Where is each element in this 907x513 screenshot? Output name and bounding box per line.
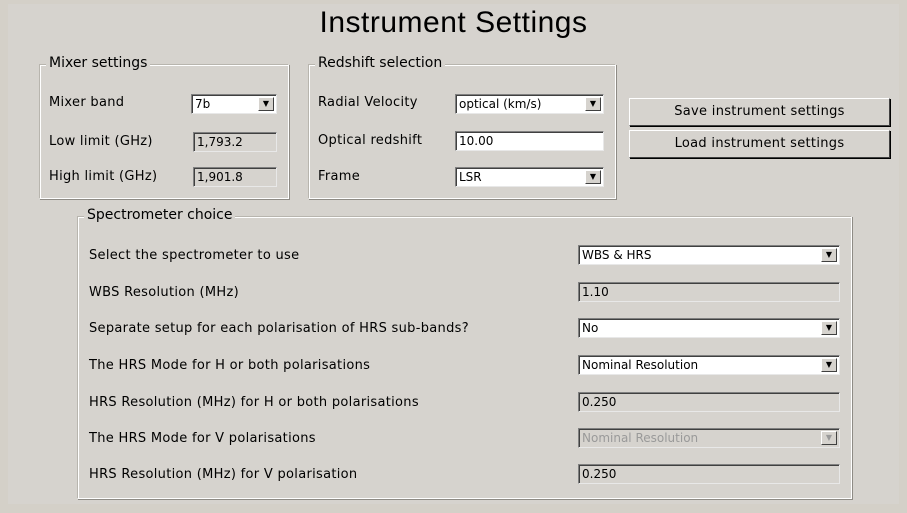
hrs-resolution-h-field: 0.250 — [578, 392, 840, 412]
mixer-band-label: Mixer band — [49, 95, 125, 110]
hrs-resolution-v-label: HRS Resolution (MHz) for V polarisation — [89, 467, 358, 482]
hrs-resolution-h-label: HRS Resolution (MHz) for H or both polar… — [89, 395, 419, 410]
chevron-down-icon[interactable]: ▼ — [821, 248, 837, 262]
frame-value: LSR — [459, 170, 482, 184]
hrs-mode-v-select: Nominal Resolution ▼ — [578, 428, 840, 448]
optical-redshift-input[interactable]: 10.00 — [455, 131, 604, 151]
hrs-mode-h-label: The HRS Mode for H or both polarisations — [89, 358, 371, 373]
frame-select[interactable]: LSR ▼ — [455, 167, 604, 187]
chevron-down-icon[interactable]: ▼ — [585, 170, 601, 184]
mixer-band-value: 7b — [195, 97, 211, 111]
separate-setup-value: No — [582, 321, 599, 335]
separate-setup-select[interactable]: No ▼ — [578, 318, 840, 338]
spectrometer-select[interactable]: WBS & HRS ▼ — [578, 245, 840, 265]
radial-velocity-value: optical (km/s) — [459, 97, 542, 111]
optical-redshift-label: Optical redshift — [318, 133, 423, 148]
hrs-mode-v-value: Nominal Resolution — [582, 431, 699, 445]
wbs-resolution-label: WBS Resolution (MHz) — [89, 285, 239, 300]
high-limit-label: High limit (GHz) — [49, 169, 158, 184]
separate-setup-label: Separate setup for each polarisation of … — [89, 321, 469, 336]
hrs-resolution-v-field: 0.250 — [578, 464, 840, 484]
chevron-down-icon[interactable]: ▼ — [585, 97, 601, 111]
wbs-resolution-field: 1.10 — [578, 282, 840, 302]
low-limit-field: 1,793.2 — [193, 132, 277, 152]
chevron-down-icon[interactable]: ▼ — [821, 321, 837, 335]
load-settings-button[interactable]: Load instrument settings — [629, 130, 890, 158]
spectrometer-value: WBS & HRS — [582, 248, 652, 262]
mixer-settings-legend: Mixer settings — [46, 55, 151, 71]
hrs-mode-h-select[interactable]: Nominal Resolution ▼ — [578, 355, 840, 375]
radial-velocity-select[interactable]: optical (km/s) ▼ — [455, 94, 604, 114]
save-settings-button[interactable]: Save instrument settings — [629, 98, 890, 126]
spectrometer-select-label: Select the spectrometer to use — [89, 248, 300, 263]
chevron-down-icon[interactable]: ▼ — [258, 97, 274, 111]
low-limit-label: Low limit (GHz) — [49, 134, 153, 149]
redshift-selection-legend: Redshift selection — [315, 55, 446, 71]
hrs-mode-h-value: Nominal Resolution — [582, 358, 699, 372]
spectrometer-choice-legend: Spectrometer choice — [84, 207, 236, 223]
hrs-mode-v-label: The HRS Mode for V polarisations — [89, 431, 316, 446]
radial-velocity-label: Radial Velocity — [318, 95, 418, 110]
chevron-down-icon: ▼ — [821, 431, 837, 445]
mixer-band-select[interactable]: 7b ▼ — [191, 94, 277, 114]
chevron-down-icon[interactable]: ▼ — [821, 358, 837, 372]
frame-label: Frame — [318, 169, 361, 184]
page-title: Instrument Settings — [319, 6, 588, 39]
high-limit-field: 1,901.8 — [193, 167, 277, 187]
